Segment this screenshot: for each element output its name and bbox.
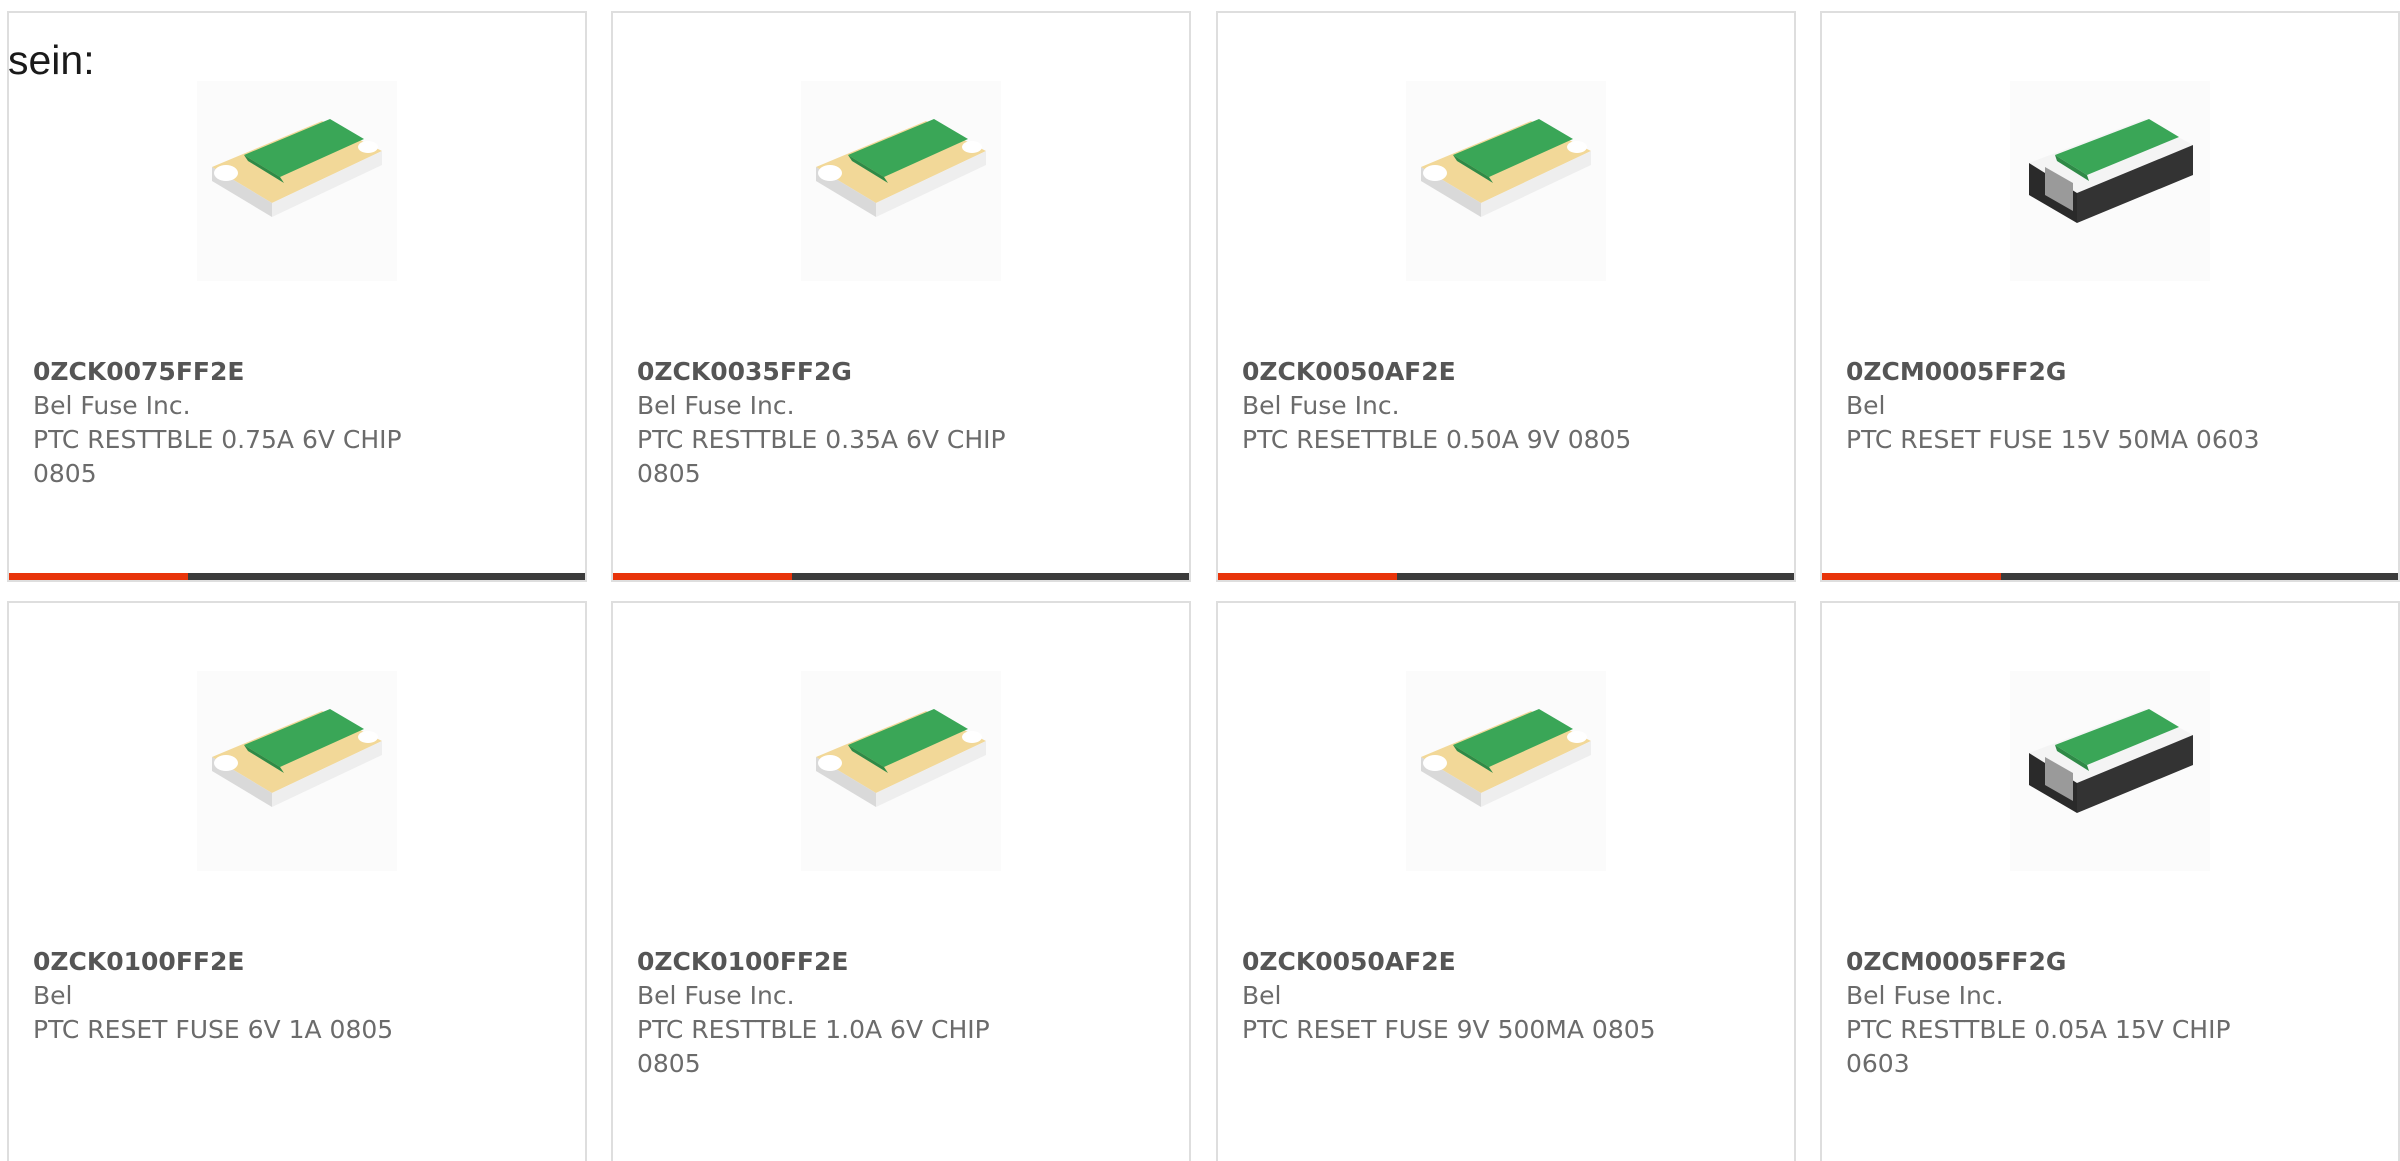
product-card[interactable]: 0ZCM0005FF2G Bel Fuse Inc. PTC RESTTBLE … xyxy=(1820,601,2400,1161)
description-line2: 0805 xyxy=(637,1049,701,1078)
manufacturer: Bel Fuse Inc. xyxy=(1242,391,1400,420)
manufacturer: Bel Fuse Inc. xyxy=(33,391,191,420)
progress-bar xyxy=(613,573,1189,580)
part-number[interactable]: 0ZCM0005FF2G xyxy=(1846,945,2266,979)
description-line1: PTC RESTTBLE 0.35A 6V CHIP xyxy=(637,425,1006,454)
product-card[interactable]: 0ZCK0050AF2E Bel PTC RESET FUSE 9V 500MA… xyxy=(1216,601,1796,1161)
product-image[interactable] xyxy=(2010,81,2210,281)
description-line1: PTC RESTTBLE 0.75A 6V CHIP xyxy=(33,425,402,454)
description-line2: 0805 xyxy=(637,459,701,488)
manufacturer: Bel xyxy=(1242,981,1282,1010)
ptc-chip-gold-terminal-icon xyxy=(212,709,382,807)
description-line2: 0603 xyxy=(1846,1049,1910,1078)
ptc-chip-gold-terminal-icon xyxy=(816,709,986,807)
part-number[interactable]: 0ZCK0075FF2E xyxy=(33,355,453,389)
progress-fill xyxy=(1218,573,1397,580)
description-line1: PTC RESET FUSE 15V 50MA 0603 xyxy=(1846,425,2260,454)
product-card[interactable]: 0ZCM0005FF2G Bel PTC RESET FUSE 15V 50MA… xyxy=(1820,11,2400,582)
description-line1: PTC RESTTBLE 1.0A 6V CHIP xyxy=(637,1015,990,1044)
product-info: 0ZCM0005FF2G Bel Fuse Inc. PTC RESTTBLE … xyxy=(1846,945,2266,1081)
progress-fill xyxy=(1822,573,2001,580)
manufacturer: Bel Fuse Inc. xyxy=(637,981,795,1010)
product-image[interactable] xyxy=(1406,671,1606,871)
product-image[interactable] xyxy=(801,671,1001,871)
product-info: 0ZCM0005FF2G Bel PTC RESET FUSE 15V 50MA… xyxy=(1846,355,2266,457)
description-line1: PTC RESET FUSE 6V 1A 0805 xyxy=(33,1015,394,1044)
product-info: 0ZCK0100FF2E Bel PTC RESET FUSE 6V 1A 08… xyxy=(33,945,453,1047)
part-number[interactable]: 0ZCK0050AF2E xyxy=(1242,355,1662,389)
product-info: 0ZCK0050AF2E Bel PTC RESET FUSE 9V 500MA… xyxy=(1242,945,1662,1047)
description-line1: PTC RESET FUSE 9V 500MA 0805 xyxy=(1242,1015,1656,1044)
product-card[interactable]: 0ZCK0050AF2E Bel Fuse Inc. PTC RESETTBLE… xyxy=(1216,11,1796,582)
ptc-chip-gold-terminal-icon xyxy=(816,119,986,217)
product-info: 0ZCK0035FF2G Bel Fuse Inc. PTC RESTTBLE … xyxy=(637,355,1057,491)
product-card[interactable]: 0ZCK0075FF2E Bel Fuse Inc. PTC RESTTBLE … xyxy=(7,11,587,582)
ptc-chip-gold-terminal-icon xyxy=(1421,709,1591,807)
manufacturer: Bel Fuse Inc. xyxy=(637,391,795,420)
product-image[interactable] xyxy=(197,81,397,281)
progress-fill xyxy=(613,573,792,580)
description-line1: PTC RESTTBLE 0.05A 15V CHIP xyxy=(1846,1015,2231,1044)
product-info: 0ZCK0075FF2E Bel Fuse Inc. PTC RESTTBLE … xyxy=(33,355,453,491)
part-number[interactable]: 0ZCK0100FF2E xyxy=(33,945,453,979)
product-image[interactable] xyxy=(2010,671,2210,871)
part-number[interactable]: 0ZCK0035FF2G xyxy=(637,355,1057,389)
ptc-chip-black-terminal-icon xyxy=(2029,709,2193,813)
manufacturer: Bel Fuse Inc. xyxy=(1846,981,2004,1010)
product-image[interactable] xyxy=(197,671,397,871)
product-image[interactable] xyxy=(801,81,1001,281)
progress-bar xyxy=(1822,573,2398,580)
product-image[interactable] xyxy=(1406,81,1606,281)
part-number[interactable]: 0ZCM0005FF2G xyxy=(1846,355,2266,389)
product-info: 0ZCK0050AF2E Bel Fuse Inc. PTC RESETTBLE… xyxy=(1242,355,1662,457)
progress-fill xyxy=(9,573,188,580)
manufacturer: Bel xyxy=(1846,391,1886,420)
description-line1: PTC RESETTBLE 0.50A 9V 0805 xyxy=(1242,425,1632,454)
ptc-chip-gold-terminal-icon xyxy=(212,119,382,217)
product-info: 0ZCK0100FF2E Bel Fuse Inc. PTC RESTTBLE … xyxy=(637,945,1057,1081)
product-card[interactable]: 0ZCK0035FF2G Bel Fuse Inc. PTC RESTTBLE … xyxy=(611,11,1191,582)
lead-text: sein: xyxy=(8,37,95,83)
ptc-chip-gold-terminal-icon xyxy=(1421,119,1591,217)
product-grid: 0ZCK0075FF2E Bel Fuse Inc. PTC RESTTBLE … xyxy=(0,0,2400,1161)
part-number[interactable]: 0ZCK0050AF2E xyxy=(1242,945,1662,979)
part-number[interactable]: 0ZCK0100FF2E xyxy=(637,945,1057,979)
ptc-chip-black-terminal-icon xyxy=(2029,119,2193,223)
description-line2: 0805 xyxy=(33,459,97,488)
product-card[interactable]: 0ZCK0100FF2E Bel PTC RESET FUSE 6V 1A 08… xyxy=(7,601,587,1161)
manufacturer: Bel xyxy=(33,981,73,1010)
progress-bar xyxy=(9,573,585,580)
product-card[interactable]: 0ZCK0100FF2E Bel Fuse Inc. PTC RESTTBLE … xyxy=(611,601,1191,1161)
progress-bar xyxy=(1218,573,1794,580)
